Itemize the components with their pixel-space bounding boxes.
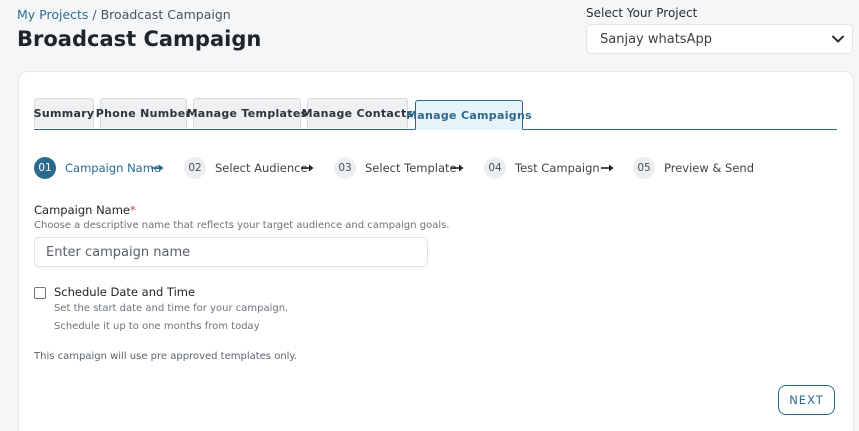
project-select[interactable]: Sanjay whatsApp — [586, 24, 853, 54]
step-campaign-name[interactable]: 01 Campaign Name — [34, 157, 161, 179]
step-select-template[interactable]: 03 Select Template — [334, 157, 457, 179]
page-title: Broadcast Campaign — [17, 27, 262, 51]
step-test-campaign[interactable]: 04 Test Campaign — [484, 157, 600, 179]
step-select-audience[interactable]: 02 Select Audience — [184, 157, 308, 179]
chevron-down-icon — [832, 35, 844, 43]
campaign-name-help: Choose a descriptive name that reflects … — [34, 220, 450, 231]
schedule-checkbox[interactable] — [34, 287, 46, 299]
step-number: 02 — [184, 157, 206, 179]
tab-bar: Summary Phone Number Manage Templates Ma… — [34, 98, 837, 130]
step-label: Select Audience — [215, 161, 308, 175]
schedule-help-line-2: Schedule it up to one months from today — [54, 321, 260, 332]
step-number: 03 — [334, 157, 356, 179]
step-preview-send[interactable]: 05 Preview & Send — [633, 157, 754, 179]
project-select-label: Select Your Project — [586, 6, 698, 20]
step-number: 05 — [633, 157, 655, 179]
tab-manage-campaigns[interactable]: Manage Campaigns — [406, 100, 532, 130]
step-number: 04 — [484, 157, 506, 179]
schedule-help-line-1: Set the start date and time for your cam… — [54, 303, 289, 314]
campaign-card: Summary Phone Number Manage Templates Ma… — [18, 71, 854, 431]
template-note: This campaign will use pre approved temp… — [34, 351, 298, 362]
required-asterisk: * — [130, 203, 136, 217]
campaign-name-input[interactable] — [34, 237, 428, 267]
step-label: Test Campaign — [515, 161, 600, 175]
arrow-right-icon — [301, 164, 314, 172]
page: My Projects / Broadcast Campaign Broadca… — [0, 0, 859, 431]
step-label: Select Template — [365, 161, 457, 175]
step-label: Preview & Send — [664, 161, 755, 175]
step-number: 01 — [34, 157, 56, 179]
arrow-right-icon — [151, 164, 164, 172]
tab-phone-number[interactable]: Phone Number — [96, 98, 191, 128]
breadcrumb-current: Broadcast Campaign — [100, 7, 231, 22]
step-label: Campaign Name — [65, 161, 161, 175]
schedule-label: Schedule Date and Time — [54, 285, 196, 299]
breadcrumb-separator: / — [88, 7, 101, 22]
breadcrumb-link-my-projects[interactable]: My Projects — [17, 7, 88, 22]
campaign-name-label-text: Campaign Name — [34, 203, 130, 217]
arrow-right-icon — [451, 164, 464, 172]
arrow-right-icon — [601, 164, 614, 172]
tab-manage-templates[interactable]: Manage Templates — [187, 98, 307, 128]
campaign-name-label: Campaign Name* — [34, 203, 136, 217]
tab-summary[interactable]: Summary — [34, 98, 94, 128]
breadcrumb: My Projects / Broadcast Campaign — [17, 7, 231, 22]
project-select-value: Sanjay whatsApp — [600, 31, 712, 47]
next-button[interactable]: NEXT — [778, 385, 835, 415]
tab-manage-contacts[interactable]: Manage Contacts — [302, 98, 413, 128]
